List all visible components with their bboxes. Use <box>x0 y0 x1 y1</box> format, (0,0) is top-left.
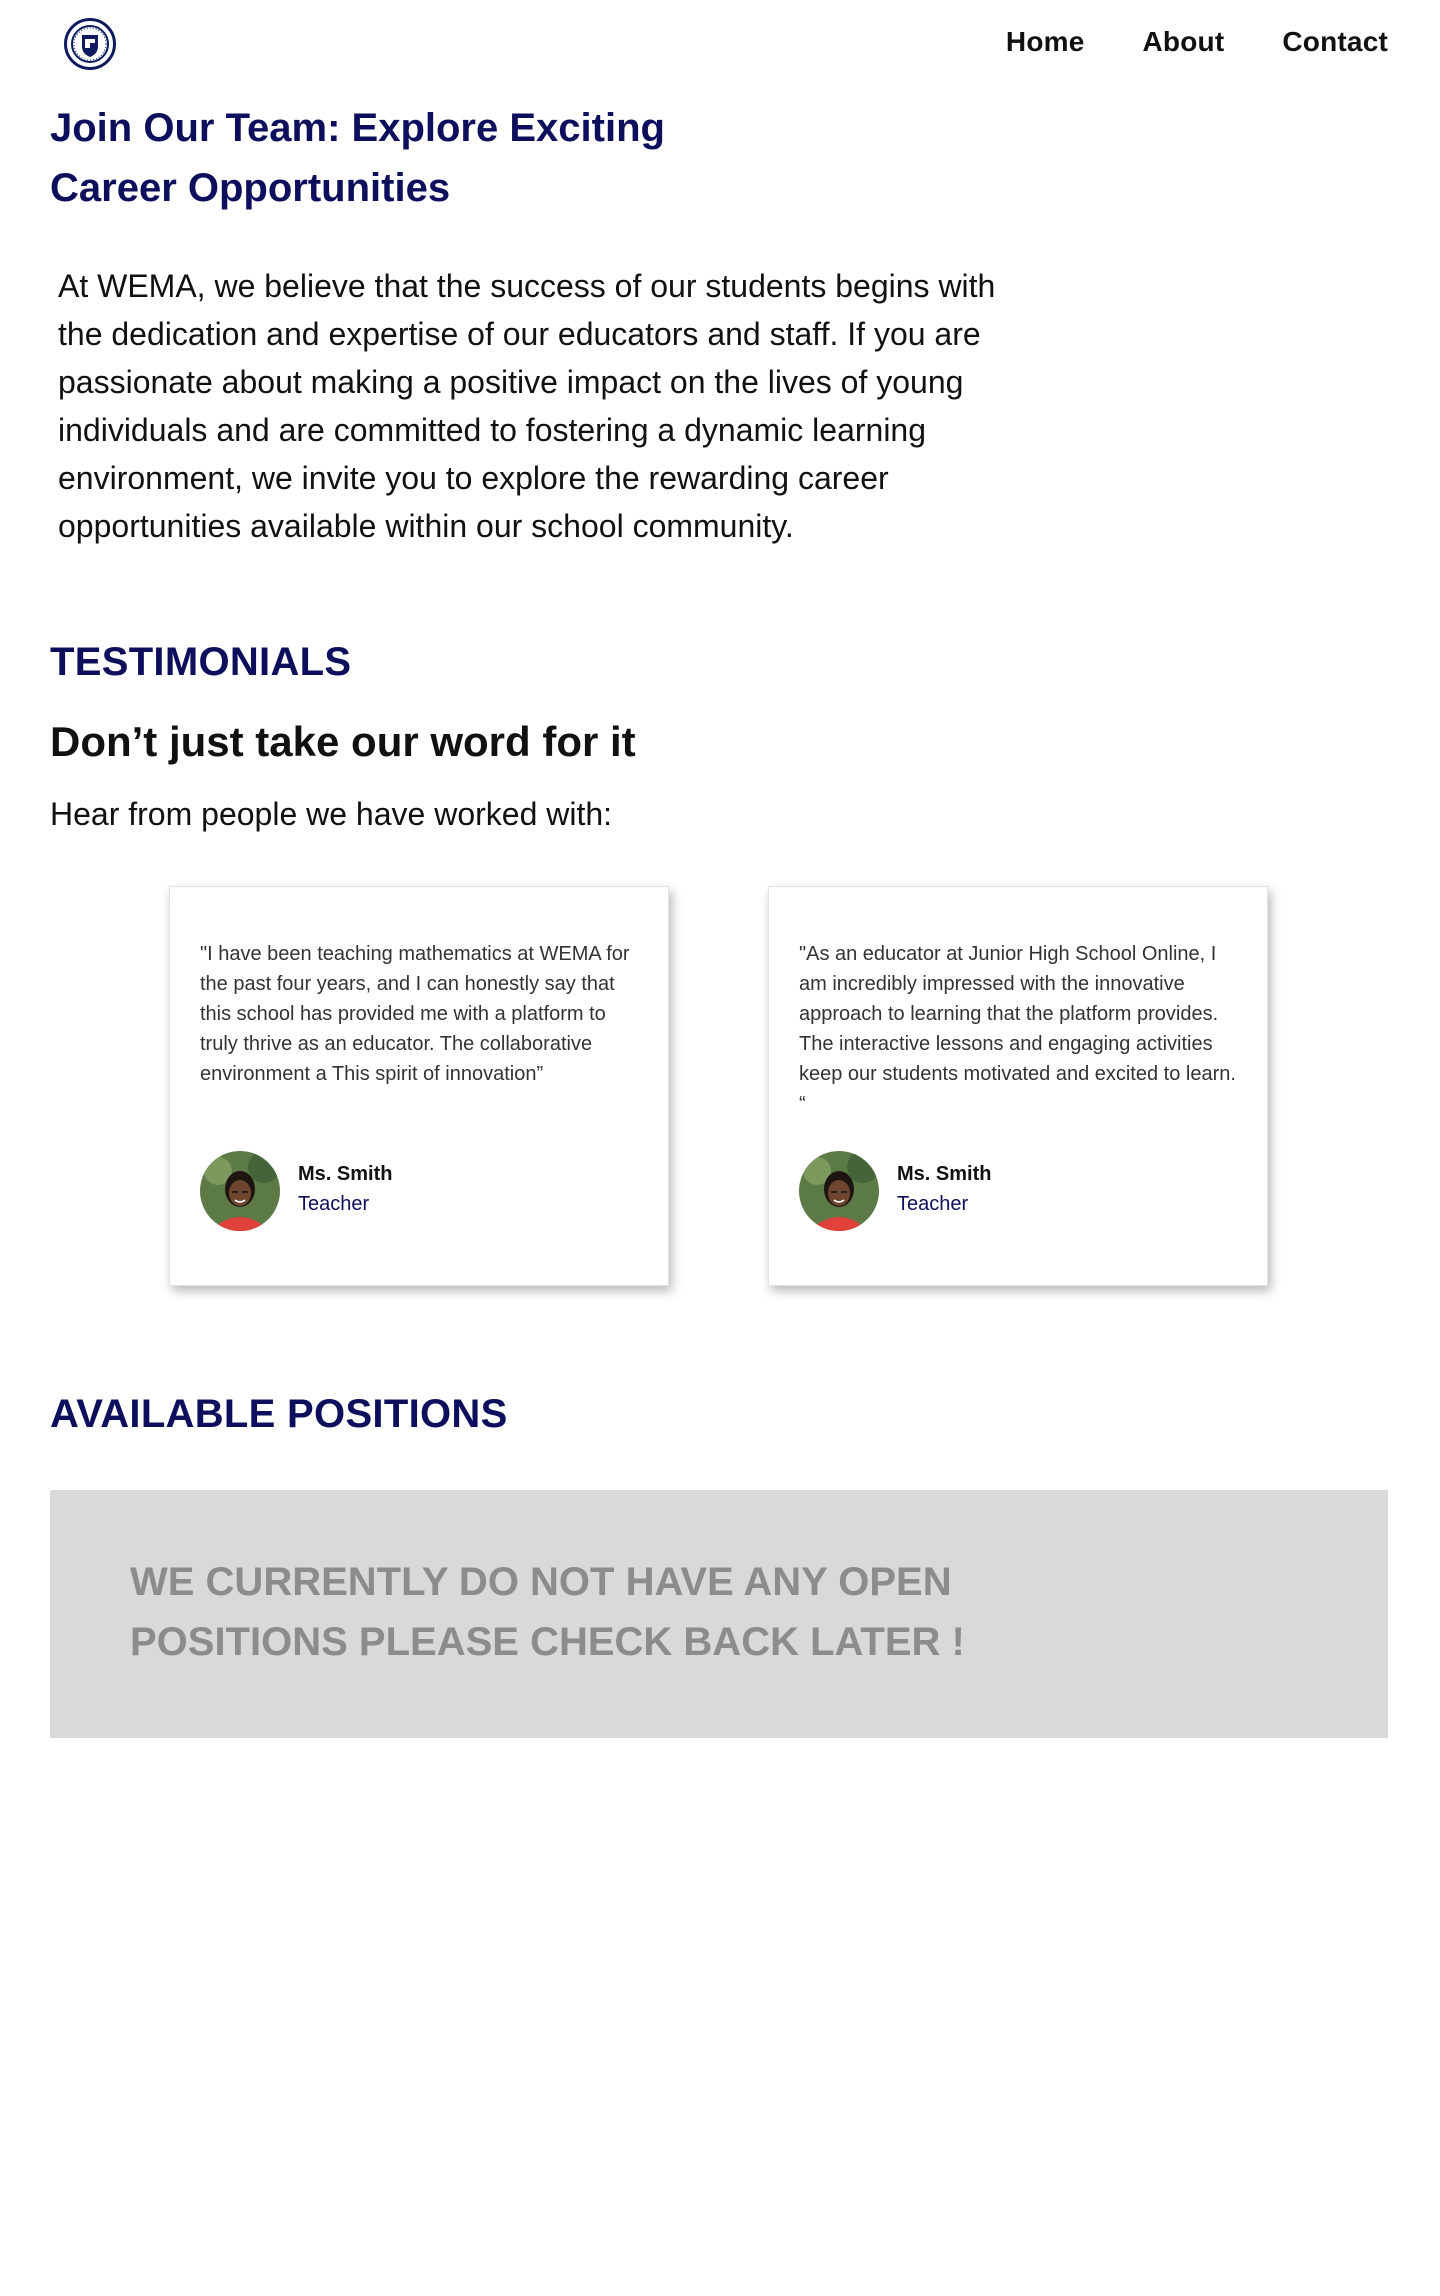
testimonial-card: "As an educator at Junior High School On… <box>768 886 1268 1286</box>
testimonials-tagline: Don’t just take our word for it <box>50 718 636 765</box>
main-nav: Home About Contact <box>1006 26 1388 58</box>
positions-panel: WE CURRENTLY DO NOT HAVE ANY OPEN POSITI… <box>50 1490 1388 1738</box>
testimonials-subtagline: Hear from people we have worked with: <box>50 796 613 832</box>
positions-heading: AVAILABLE POSITIONS <box>50 1392 508 1436</box>
school-logo-icon[interactable] <box>64 18 116 70</box>
intro-paragraph: At WEMA, we believe that the success of … <box>58 268 996 544</box>
testimonial-author-role: Teacher <box>897 1193 969 1215</box>
avatar <box>799 1151 879 1231</box>
avatar <box>200 1151 280 1231</box>
testimonial-quote: "I have been teaching mathematics at WEM… <box>200 943 630 1085</box>
site-header: Home About Contact <box>0 0 1440 90</box>
page-title: Join Our Team: Explore Exciting Career O… <box>50 106 665 210</box>
nav-about-link[interactable]: About <box>1143 26 1225 58</box>
nav-home-link[interactable]: Home <box>1006 26 1085 58</box>
testimonial-card: "I have been teaching mathematics at WEM… <box>169 886 669 1286</box>
testimonial-quote: "As an educator at Junior High School On… <box>799 943 1236 1115</box>
testimonials-heading: TESTIMONIALS <box>50 640 352 684</box>
testimonial-author-name: Ms. Smith <box>897 1163 992 1185</box>
no-positions-message: WE CURRENTLY DO NOT HAVE ANY OPEN POSITI… <box>130 1560 965 1664</box>
testimonial-author-role: Teacher <box>298 1193 370 1215</box>
nav-contact-link[interactable]: Contact <box>1282 26 1388 58</box>
testimonial-author-name: Ms. Smith <box>298 1163 393 1185</box>
